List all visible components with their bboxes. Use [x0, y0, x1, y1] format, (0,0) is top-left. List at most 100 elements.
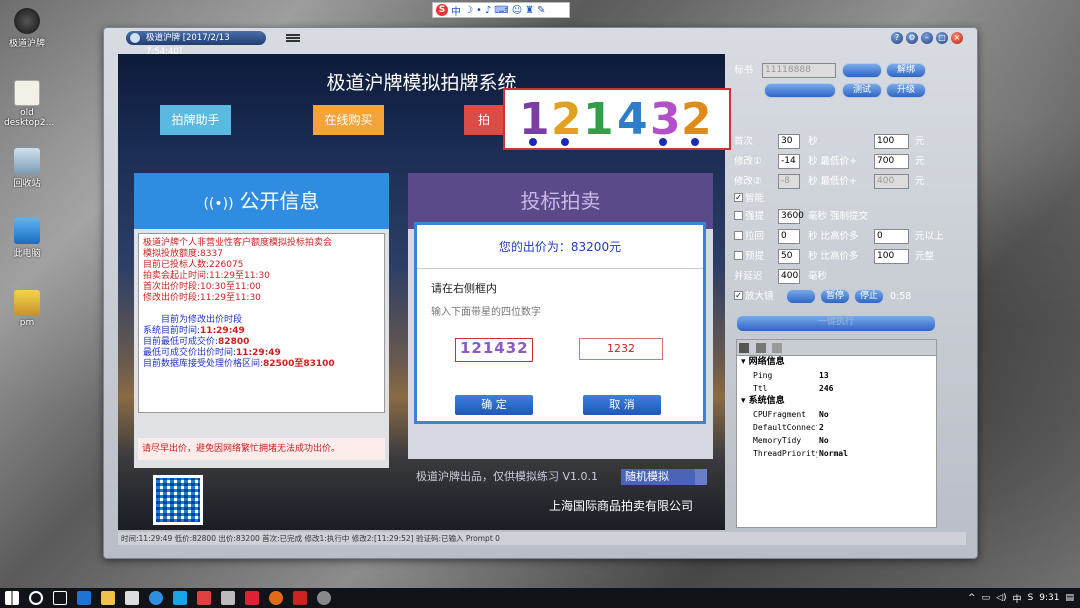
property-row[interactable]: Ttl 246: [737, 382, 936, 395]
system-section[interactable]: ▾ 系统信息: [737, 395, 936, 408]
property-row[interactable]: DefaultConnectio2: [737, 421, 936, 434]
windows-start-icon[interactable]: [5, 591, 19, 605]
desktop-icon-pm[interactable]: pm: [4, 290, 50, 328]
preset-price-input[interactable]: 100: [874, 249, 909, 264]
mode-select[interactable]: 随机模拟: [621, 469, 707, 485]
preset-seconds-input[interactable]: 50: [778, 249, 800, 264]
confirm-button[interactable]: 确 定: [455, 395, 533, 415]
minimize-icon[interactable]: –: [921, 32, 933, 44]
preset-checkbox[interactable]: 预提: [734, 249, 764, 265]
mod2-seconds-input[interactable]: -8: [778, 174, 800, 189]
keyboard-icon[interactable]: ⌨: [494, 5, 508, 16]
property-row[interactable]: ThreadPriority Normal: [737, 447, 936, 460]
punctuation-icon[interactable]: •: [476, 5, 482, 16]
calculator-icon[interactable]: [221, 591, 235, 605]
pullback-price-input[interactable]: 0: [874, 229, 909, 244]
captcha-input[interactable]: 1232: [579, 338, 663, 360]
desktop-icon-app[interactable]: 极道沪牌: [4, 8, 50, 49]
mod1-price-input[interactable]: 700: [874, 154, 909, 169]
first-seconds-input[interactable]: 30: [778, 134, 800, 149]
dialog-instruction: 请在右侧框内: [431, 282, 497, 295]
captcha-preview: 1 2 1 4 3 2: [503, 88, 731, 150]
ime-toolbar[interactable]: S 中 ☽ • ♪ ⌨ ☺ ♜ ✎: [432, 2, 570, 18]
microphone-icon[interactable]: ♪: [485, 5, 491, 16]
biaoshu-input[interactable]: 11118888: [762, 63, 836, 78]
ime-mode[interactable]: 中: [451, 3, 461, 18]
close-icon[interactable]: ×: [951, 32, 963, 44]
volume-icon[interactable]: ◁): [996, 593, 1006, 603]
smart-checkbox[interactable]: ✓ 智能: [734, 191, 764, 207]
store-icon[interactable]: [125, 591, 139, 605]
app-icon-shield[interactable]: [293, 591, 307, 605]
magnifier-checkbox[interactable]: ✓ 放大镜: [734, 289, 774, 305]
buy-online-button[interactable]: 在线购买: [313, 105, 384, 135]
file-explorer-icon[interactable]: [101, 591, 115, 605]
task-view-icon[interactable]: [53, 591, 67, 605]
firefox-icon[interactable]: [269, 591, 283, 605]
mod2-price-input[interactable]: 400: [874, 174, 909, 189]
app-icon-bird[interactable]: [245, 591, 259, 605]
desktop-icon-recycle-bin[interactable]: 回收站: [4, 148, 50, 189]
ime-tray-icon[interactable]: S: [1028, 593, 1034, 603]
app-icon-red[interactable]: [197, 591, 211, 605]
help-icon[interactable]: ?: [891, 32, 903, 44]
notification-icon[interactable]: ▤: [1065, 593, 1074, 603]
assistant-button[interactable]: 拍牌助手: [160, 105, 231, 135]
mod1-seconds-input[interactable]: -14: [778, 154, 800, 169]
cancel-button[interactable]: 取 消: [583, 395, 661, 415]
disabled-button[interactable]: [764, 83, 836, 98]
third-nav-button[interactable]: 拍: [464, 105, 504, 135]
first-price-input[interactable]: 100: [874, 134, 909, 149]
upgrade-button[interactable]: 升级: [886, 83, 926, 98]
input-language[interactable]: 中: [1013, 592, 1022, 605]
captcha-star-marker: [691, 138, 699, 146]
delay-ms-input[interactable]: 400: [778, 269, 800, 284]
search-icon[interactable]: [29, 591, 43, 605]
execute-button[interactable]: 一键执行: [736, 315, 936, 332]
clock[interactable]: 9:31: [1039, 593, 1059, 603]
categorized-icon[interactable]: [739, 343, 749, 353]
bid-doc-button[interactable]: [842, 63, 882, 78]
info-line: 最低可成交价出价时间:11:29:49: [143, 348, 380, 359]
checkbox-icon: [734, 231, 743, 240]
stop-button[interactable]: 停止: [854, 289, 884, 304]
force-label: 强提: [745, 211, 765, 222]
desktop-icon-this-pc[interactable]: 此电脑: [4, 218, 50, 259]
window-title: 极道沪牌 [2017/2/13 7:54:40]: [126, 31, 266, 57]
pause-button[interactable]: 暂停: [820, 289, 850, 304]
status-bar: 时间:11:29:49 低价:82800 出价:83200 首次:已完成 修改1…: [118, 532, 966, 545]
info-line: 目前数据库接受处理价格区间:82500至83100: [143, 359, 380, 370]
start-button[interactable]: [786, 289, 816, 304]
property-row[interactable]: MemoryTidy No: [737, 434, 936, 447]
user-icon[interactable]: ☺: [512, 5, 522, 16]
chevron-up-icon[interactable]: ^: [968, 593, 976, 603]
maximize-icon[interactable]: □: [936, 32, 948, 44]
edge-icon[interactable]: [77, 591, 91, 605]
skype-icon[interactable]: [173, 591, 187, 605]
settings-icon[interactable]: ⚙: [906, 32, 918, 44]
shirt-icon[interactable]: ♜: [525, 5, 534, 16]
desktop-icon-folder[interactable]: old desktop2...: [4, 80, 54, 128]
pullback-seconds-input[interactable]: 0: [778, 229, 800, 244]
alphabetical-icon[interactable]: [755, 343, 766, 353]
active-app-icon[interactable]: [317, 591, 331, 605]
system-tray: ^ ▭ ◁) 中 S 9:31 ▤: [968, 588, 1074, 608]
network-section[interactable]: ▾ 网络信息: [737, 356, 936, 369]
property-toolbar: [737, 340, 936, 356]
pullback-checkbox[interactable]: 拉回: [734, 229, 764, 245]
moon-icon[interactable]: ☽: [464, 5, 473, 16]
force-checkbox[interactable]: 强提: [734, 209, 764, 225]
timer-display: 0:58: [890, 291, 912, 302]
menu-icon[interactable]: [286, 34, 300, 42]
property-row[interactable]: Ping 13: [737, 369, 936, 382]
wrench-icon[interactable]: ✎: [537, 5, 545, 16]
property-row[interactable]: CPUFragment No: [737, 408, 936, 421]
force-ms-input[interactable]: 3600: [778, 209, 804, 224]
ie-icon[interactable]: [149, 591, 163, 605]
public-info-title: 公开信息: [239, 189, 320, 213]
unbind-button[interactable]: 解绑: [886, 63, 926, 78]
network-icon[interactable]: ▭: [982, 593, 991, 603]
properties-icon[interactable]: [772, 343, 783, 353]
mod1-text: 秒 最低价+: [808, 156, 857, 167]
test-button[interactable]: 测试: [842, 83, 882, 98]
